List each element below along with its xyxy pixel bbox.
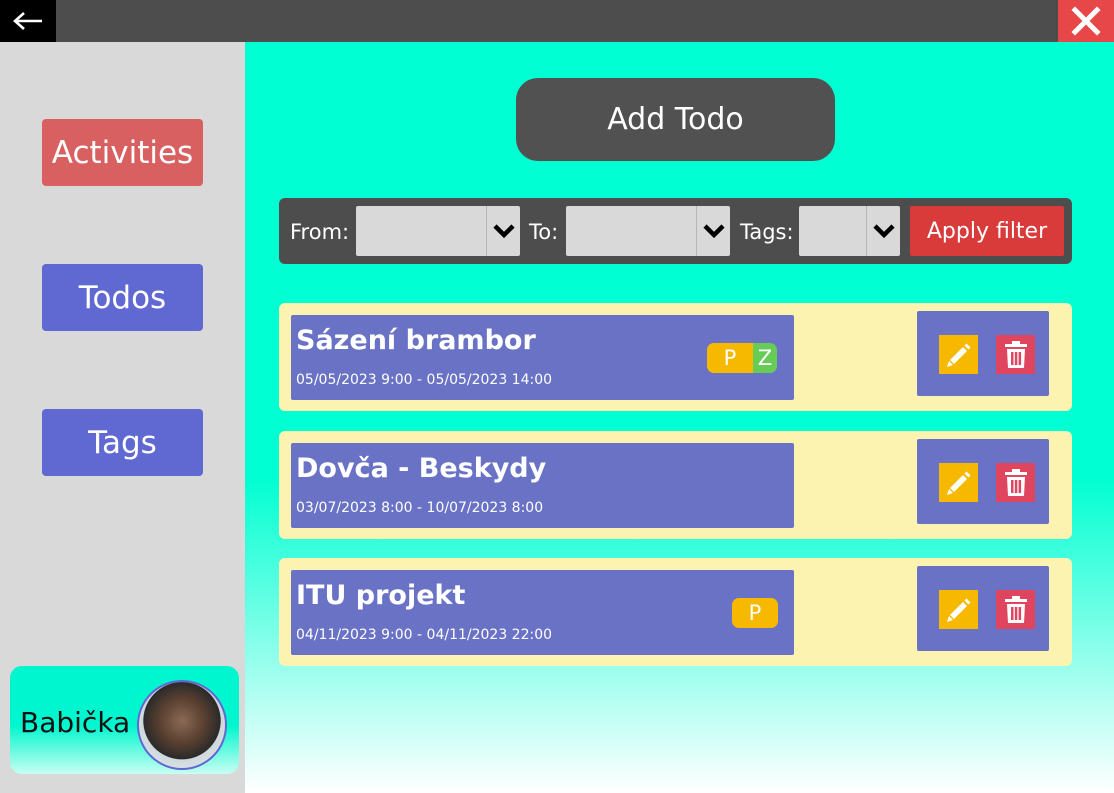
tag-badge: P [732,598,778,628]
tags-label: Tags: [740,220,794,244]
trash-icon [1004,340,1027,368]
add-todo-button[interactable]: Add Todo [516,78,835,161]
filter-bar: From: To: Tags: Apply filter [279,198,1072,264]
close-x-icon [1071,6,1101,36]
pencil-icon [946,471,970,495]
todo-card[interactable]: Dovča - Beskydy 03/07/2023 8:00 - 10/07/… [291,443,794,528]
tag-badge: Z [753,343,777,373]
from-label: From: [290,220,350,244]
chevron-down-icon[interactable] [866,206,900,256]
chevron-down-icon[interactable] [486,206,520,256]
todo-title: Sázení brambor [296,325,536,356]
trash-icon [1004,468,1027,496]
user-card[interactable]: Babička [10,666,239,774]
trash-icon [1004,595,1027,623]
pencil-icon [946,343,970,367]
to-select[interactable] [566,206,730,256]
delete-button[interactable] [996,335,1035,374]
todo-title: Dovča - Beskydy [296,453,547,484]
todo-actions [917,439,1049,524]
edit-button[interactable] [939,463,978,502]
title-bar [0,0,1114,42]
avatar[interactable] [137,680,227,770]
user-name: Babička [20,706,131,739]
delete-button[interactable] [996,590,1035,629]
todo-date: 03/07/2023 8:00 - 10/07/2023 8:00 [296,500,544,516]
tag-badge: P [707,343,753,373]
todo-actions [917,311,1049,396]
sidebar-item-tags[interactable]: Tags [42,409,203,476]
sidebar-item-todos[interactable]: Todos [42,264,203,331]
edit-button[interactable] [939,335,978,374]
todo-row: Dovča - Beskydy 03/07/2023 8:00 - 10/07/… [279,431,1072,539]
todo-card[interactable]: Sázení brambor 05/05/2023 9:00 - 05/05/2… [291,315,794,400]
sidebar: Activities Todos Tags Babička [0,42,245,793]
todo-row: Sázení brambor 05/05/2023 9:00 - 05/05/2… [279,303,1072,411]
chevron-down-icon[interactable] [696,206,730,256]
close-button[interactable] [1058,0,1114,42]
todo-tags: P Z [707,343,777,373]
back-button[interactable] [0,0,56,42]
apply-filter-button[interactable]: Apply filter [910,206,1064,256]
pencil-icon [946,598,970,622]
todo-actions [917,566,1049,651]
edit-button[interactable] [939,590,978,629]
todo-tags: P [732,598,778,628]
delete-button[interactable] [996,463,1035,502]
sidebar-item-activities[interactable]: Activities [42,119,203,186]
to-label: To: [529,220,559,244]
todo-date: 05/05/2023 9:00 - 05/05/2023 14:00 [296,372,553,388]
todo-title: ITU projekt [296,580,466,611]
from-select[interactable] [356,206,520,256]
todo-date: 04/11/2023 9:00 - 04/11/2023 22:00 [296,627,553,643]
main-content: Add Todo From: To: Tags: Apply filter Sá… [245,42,1114,793]
todo-row: ITU projekt 04/11/2023 9:00 - 04/11/2023… [279,558,1072,666]
todo-card[interactable]: ITU projekt 04/11/2023 9:00 - 04/11/2023… [291,570,794,655]
arrow-left-icon [13,12,42,30]
tags-select[interactable] [799,206,900,256]
